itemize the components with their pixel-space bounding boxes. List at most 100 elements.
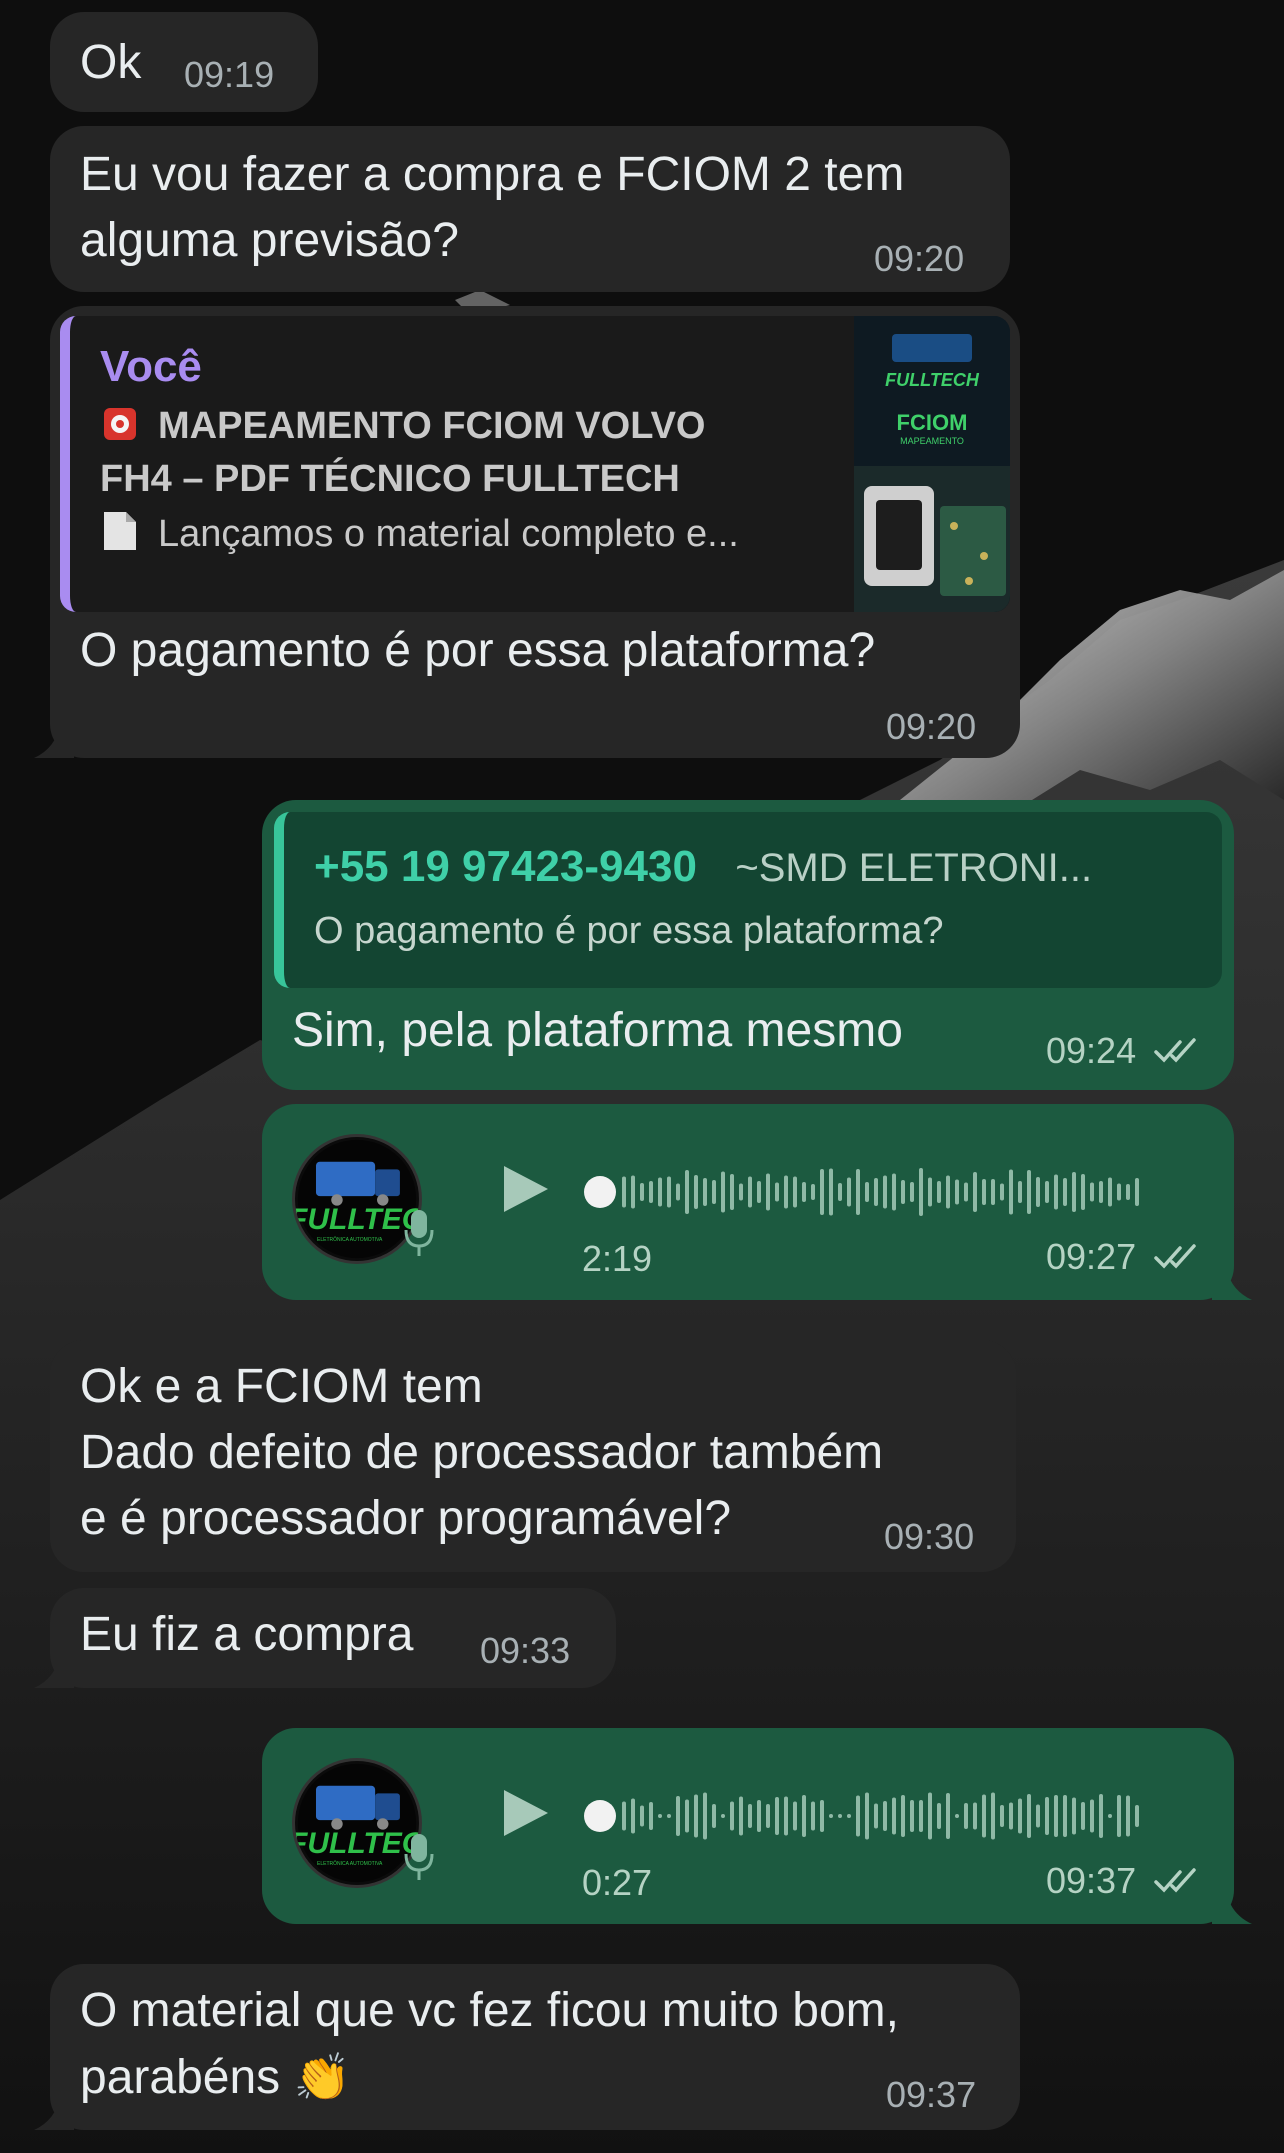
outgoing-reply-message[interactable]: +55 19 97423-9430 ~SMD ELETRONI... O pag… [262, 800, 1234, 1090]
avatar[interactable]: FULLTECH ELETRÔNICA AUTOMOTIVA [292, 1758, 422, 1888]
waveform-bar [1054, 1174, 1058, 1210]
waveform-bar [1072, 1172, 1076, 1212]
message-text: O pagamento é por essa plataforma? [80, 624, 876, 677]
play-icon[interactable] [498, 1162, 552, 1216]
waveform-bar [829, 1814, 833, 1818]
waveform-bar [874, 1803, 878, 1829]
waveform-bar [766, 1804, 770, 1828]
avatar-brand: FULLTECH [292, 1827, 419, 1860]
microphone-icon [404, 1210, 434, 1256]
waveform-bar [1117, 1183, 1121, 1201]
message-time: 09:37 [886, 2074, 977, 2115]
waveform-bar [793, 1176, 797, 1208]
waveform-bar [775, 1182, 779, 1202]
double-check-icon [1154, 1868, 1196, 1893]
incoming-message[interactable]: Eu vou fazer a compra e FCIOM 2 tem algu… [50, 126, 1010, 292]
waveform-bar [847, 1177, 851, 1207]
incoming-reply-message[interactable]: Você MAPEAMENTO FCIOM VOLVO FH4 – PDF TÉ… [34, 306, 1020, 758]
waveform-bar [901, 1795, 905, 1837]
waveform-bar [919, 1168, 923, 1216]
playback-position-dot[interactable] [584, 1800, 616, 1832]
waveform-bar [730, 1174, 734, 1210]
waveform-bar [1090, 1182, 1094, 1202]
waveform-bar [667, 1176, 671, 1208]
waveform-bar [649, 1181, 653, 1203]
waveform-bar [919, 1800, 923, 1832]
message-time: 09:30 [884, 1516, 975, 1557]
incoming-message[interactable]: O material que vc fez ficou muito bom, p… [34, 1964, 1020, 2130]
waveform-bar [784, 1175, 788, 1209]
waveform-bar [1117, 1795, 1121, 1837]
play-icon[interactable] [498, 1786, 552, 1840]
quote-line-2: FH4 – PDF TÉCNICO FULLTECH [100, 458, 680, 500]
waveform-bar [946, 1175, 950, 1209]
outgoing-voice-message[interactable]: FULLTECH ELETRÔNICA AUTOMOTIVA 2:19 09:2… [262, 1104, 1252, 1300]
waveform-bar [901, 1180, 905, 1204]
waveform-bar [802, 1795, 806, 1837]
waveform-bar [1063, 1795, 1067, 1837]
bubble-tail [34, 1654, 74, 1688]
waveform-bar [883, 1801, 887, 1831]
waveform[interactable] [582, 1162, 1142, 1222]
waveform-bar [820, 1800, 824, 1832]
waveform-bar [784, 1796, 788, 1836]
waveform[interactable] [582, 1786, 1142, 1846]
quoted-message[interactable]: +55 19 97423-9430 ~SMD ELETRONI... O pag… [274, 812, 1222, 988]
waveform-bar [712, 1180, 716, 1204]
waveform-bar [649, 1802, 653, 1830]
waveform-bar [685, 1170, 689, 1214]
waveform-bar [1081, 1802, 1085, 1830]
waveform-bar [1063, 1178, 1067, 1206]
waveform-bar [622, 1176, 626, 1208]
quote-text: O pagamento é por essa plataforma? [314, 910, 944, 952]
waveform-bar [982, 1794, 986, 1838]
waveform-bar [838, 1814, 842, 1818]
bubble-tail [1212, 1890, 1252, 1924]
waveform-bar [712, 1804, 716, 1828]
clapping-hands-emoji: 👏 [293, 2051, 351, 2103]
bubble-tail [34, 2096, 74, 2130]
waveform-bar [1000, 1183, 1004, 1201]
outgoing-voice-message[interactable]: FULLTECH ELETRÔNICA AUTOMOTIVA 0:27 09:3… [262, 1728, 1252, 1924]
waveform-bar [865, 1792, 869, 1840]
waveform-bar [739, 1183, 743, 1201]
document-emoji-icon [100, 510, 140, 552]
waveform-bar [757, 1181, 761, 1203]
message-time: 09:20 [886, 706, 977, 747]
message-text: Ok e a FCIOM tem Dado defeito de process… [80, 1360, 884, 1545]
waveform-bar [982, 1179, 986, 1205]
waveform-bar [928, 1792, 932, 1840]
incoming-message[interactable]: Eu fiz a compra 09:33 [34, 1588, 616, 1688]
waveform-bar [676, 1796, 680, 1836]
waveform-bar [1099, 1794, 1103, 1838]
voice-duration: 0:27 [582, 1862, 653, 1903]
playback-position-dot[interactable] [584, 1176, 616, 1208]
incoming-message[interactable]: Ok e a FCIOM tem Dado defeito de process… [50, 1340, 1016, 1572]
message-text: Sim, pela plataforma mesmo [292, 1004, 903, 1057]
waveform-bar [1135, 1805, 1139, 1827]
waveform-bar [631, 1798, 635, 1834]
waveform-bar [910, 1800, 914, 1832]
waveform-bar [1045, 1797, 1049, 1835]
quoted-message[interactable]: Você MAPEAMENTO FCIOM VOLVO FH4 – PDF TÉ… [60, 316, 1010, 612]
thumbnail-subtitle: MAPEAMENTO [900, 436, 964, 446]
waveform-bar [775, 1797, 779, 1835]
message-text: Eu vou fazer a compra e FCIOM 2 tem algu… [80, 148, 905, 267]
message-time: 09:37 [1046, 1860, 1200, 1902]
bubble-tail [1212, 1266, 1252, 1300]
waveform-bar [766, 1173, 770, 1211]
waveform-bar [955, 1814, 959, 1818]
waveform-bar [757, 1800, 761, 1832]
waveform-bar [685, 1799, 689, 1833]
double-check-icon [1154, 1038, 1196, 1063]
waveform-bar [1027, 1170, 1031, 1214]
avatar[interactable]: FULLTECH ELETRÔNICA AUTOMOTIVA [292, 1134, 422, 1264]
waveform-bar [811, 1184, 815, 1200]
waveform-bar [694, 1175, 698, 1209]
quote-header: +55 19 97423-9430 ~SMD ELETRONI... [314, 842, 1214, 892]
incoming-message[interactable]: Ok 09:19 [50, 12, 318, 112]
waveform-bar [973, 1172, 977, 1212]
message-text: O material que vc fez ficou muito bom, p… [80, 1984, 899, 2104]
waveform-bar [865, 1182, 869, 1202]
message-text: Ok [80, 36, 142, 89]
